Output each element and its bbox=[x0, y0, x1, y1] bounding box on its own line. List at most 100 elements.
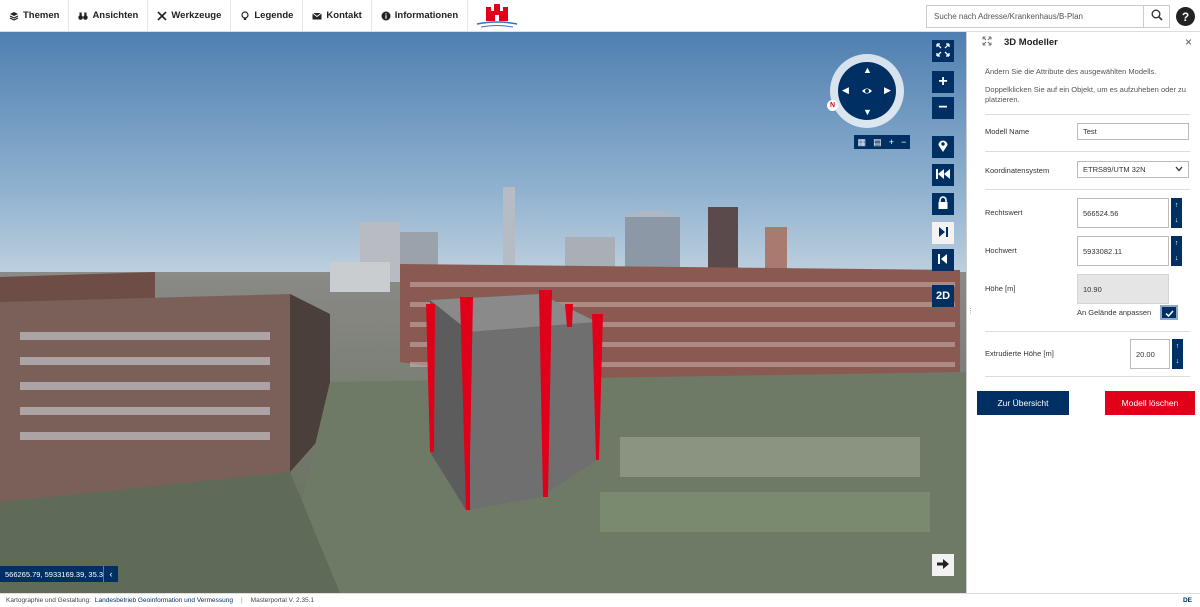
northing-input[interactable]: 5933082.11 bbox=[1077, 236, 1169, 266]
navigation-compass[interactable]: ▲ ▼ ◀ ▶ N bbox=[827, 54, 904, 128]
model-name-label: Modell Name bbox=[985, 127, 1030, 136]
crs-label: Koordinatensystem bbox=[985, 166, 1050, 175]
footer: Kartographie und Gestaltung: Landesbetri… bbox=[0, 593, 1200, 607]
extrude-stepper[interactable]: ↑ ↓ bbox=[1172, 339, 1183, 369]
start-view-button[interactable] bbox=[932, 164, 954, 186]
description-attributes: Ändern Sie die Attribute des ausgewählte… bbox=[985, 67, 1157, 76]
arrow-down-icon[interactable]: ▼ bbox=[863, 107, 872, 117]
lightbulb-icon bbox=[240, 10, 250, 21]
lock-button[interactable] bbox=[932, 193, 954, 215]
zoom-out-button[interactable]: − bbox=[932, 97, 954, 119]
menu-kontakt[interactable]: Kontakt bbox=[303, 0, 372, 31]
terrain-checkbox[interactable] bbox=[1160, 305, 1178, 320]
chevron-down-icon bbox=[1175, 165, 1183, 174]
footer-credit-link[interactable]: Landesbetrieb Geoinformation und Vermess… bbox=[95, 597, 233, 604]
menu-legende-label: Legende bbox=[254, 10, 294, 21]
arrow-up-icon[interactable]: ↑ bbox=[1176, 343, 1180, 350]
crs-selected-value: ETRS89/UTM 32N bbox=[1083, 165, 1146, 174]
menu-informationen-label: Informationen bbox=[394, 10, 459, 21]
toggle-2d-button[interactable]: 2D bbox=[932, 285, 954, 307]
map-scene bbox=[0, 32, 966, 593]
arrow-up-icon[interactable]: ↑ bbox=[1175, 240, 1179, 247]
backward-button[interactable] bbox=[932, 249, 954, 271]
close-icon[interactable]: × bbox=[1185, 35, 1192, 49]
easting-stepper[interactable]: ↑ ↓ bbox=[1171, 198, 1182, 228]
layers-icon bbox=[9, 11, 19, 21]
locate-button[interactable] bbox=[932, 136, 954, 158]
envelope-icon bbox=[312, 11, 323, 21]
minus-icon: − bbox=[938, 99, 948, 116]
arrow-down-icon[interactable]: ↓ bbox=[1175, 217, 1179, 224]
tilt-icon[interactable]: ▦ bbox=[858, 137, 867, 148]
panel-title: 3D Modeller bbox=[1004, 37, 1058, 48]
map-3d-view[interactable]: ▲ ▼ ◀ ▶ N ▦ ▤ + − + − 2D bbox=[0, 32, 966, 593]
arrow-up-icon[interactable]: ▲ bbox=[863, 65, 872, 75]
tools-icon bbox=[157, 10, 167, 21]
extrude-label: Extrudierte Höhe [m] bbox=[985, 349, 1054, 358]
footer-credit-label: Kartographie und Gestaltung: bbox=[6, 597, 91, 604]
height-label: Höhe [m] bbox=[985, 284, 1016, 293]
tilt-controls: ▦ ▤ + − bbox=[854, 135, 910, 149]
divider bbox=[985, 151, 1190, 152]
resize-handle[interactable]: ⋮ bbox=[967, 307, 974, 317]
help-button[interactable]: ? bbox=[1176, 7, 1195, 26]
tilt-minus-icon[interactable]: − bbox=[901, 137, 906, 147]
easting-label: Rechtswert bbox=[985, 208, 1023, 217]
model-name-input[interactable]: Test bbox=[1077, 123, 1189, 140]
northing-stepper[interactable]: ↑ ↓ bbox=[1171, 236, 1182, 266]
menu-themen-label: Themen bbox=[23, 10, 60, 21]
eye-icon[interactable] bbox=[861, 84, 873, 102]
skip-back-icon bbox=[936, 168, 950, 182]
footer-separator: | bbox=[240, 597, 243, 604]
search-icon bbox=[1151, 8, 1163, 26]
arrow-down-icon[interactable]: ↓ bbox=[1175, 255, 1179, 262]
extrude-input[interactable]: 20.00 bbox=[1130, 339, 1170, 369]
divider bbox=[985, 114, 1190, 115]
binoculars-icon bbox=[78, 11, 89, 21]
menu-ansichten[interactable]: Ansichten bbox=[69, 0, 149, 31]
menu-themen[interactable]: Themen bbox=[0, 0, 70, 31]
crs-select[interactable]: ETRS89/UTM 32N bbox=[1077, 161, 1189, 178]
fullscreen-button[interactable] bbox=[932, 40, 954, 62]
expand-right-button[interactable] bbox=[932, 554, 954, 576]
step-backward-icon bbox=[938, 253, 948, 267]
delete-model-button[interactable]: Modell löschen bbox=[1105, 391, 1195, 415]
arrow-up-icon[interactable]: ↑ bbox=[1175, 202, 1179, 209]
menu-werkzeuge-label: Werkzeuge bbox=[171, 10, 222, 21]
tool-sidebar: ⋮ 3D Modeller × Ändern Sie die Attribute… bbox=[966, 32, 1200, 593]
height-input: 10.90 bbox=[1077, 274, 1169, 304]
menu-ansichten-label: Ansichten bbox=[92, 10, 139, 21]
easting-input[interactable]: 566524.56 bbox=[1077, 198, 1169, 228]
menu-informationen[interactable]: Informationen bbox=[372, 0, 469, 31]
chevron-left-icon: ‹ bbox=[109, 569, 113, 579]
compass-ring[interactable]: ▲ ▼ ◀ ▶ bbox=[838, 62, 896, 120]
terrain-label: An Gelände anpassen bbox=[1077, 308, 1152, 317]
lock-icon bbox=[937, 195, 949, 213]
forward-button[interactable] bbox=[932, 222, 954, 244]
arrow-down-icon[interactable]: ↓ bbox=[1176, 358, 1180, 365]
menu-legende[interactable]: Legende bbox=[231, 0, 304, 31]
arrow-right-icon bbox=[937, 558, 949, 572]
description-doubleclick: Doppelklicken Sie auf ein Objekt, um es … bbox=[985, 85, 1186, 104]
collapse-coordinates-button[interactable]: ‹ bbox=[103, 566, 118, 582]
step-forward-icon bbox=[938, 226, 948, 240]
hamburg-logo[interactable] bbox=[468, 0, 526, 31]
search-button[interactable] bbox=[1144, 5, 1170, 28]
zoom-in-button[interactable]: + bbox=[932, 71, 954, 93]
language-switch[interactable]: DE bbox=[1183, 597, 1192, 604]
menu-werkzeuge[interactable]: Werkzeuge bbox=[148, 0, 232, 31]
divider bbox=[985, 189, 1190, 190]
modeller-icon bbox=[982, 36, 992, 49]
divider bbox=[985, 376, 1190, 377]
tilt-plus-icon[interactable]: + bbox=[889, 137, 894, 147]
info-icon bbox=[381, 11, 391, 21]
map-marker-icon bbox=[937, 139, 949, 156]
search-input[interactable]: Suche nach Adresse/Krankenhaus/B-Plan bbox=[926, 5, 1144, 28]
overview-button[interactable]: Zur Übersicht bbox=[977, 391, 1069, 415]
grid-icon[interactable]: ▤ bbox=[873, 137, 882, 148]
arrow-left-icon[interactable]: ◀ bbox=[842, 85, 849, 96]
check-icon bbox=[1164, 304, 1174, 322]
expand-icon bbox=[936, 42, 950, 60]
mouse-coordinates: 566265.79, 5933169.39, 35.3 bbox=[0, 566, 109, 582]
arrow-right-icon[interactable]: ▶ bbox=[884, 85, 891, 96]
